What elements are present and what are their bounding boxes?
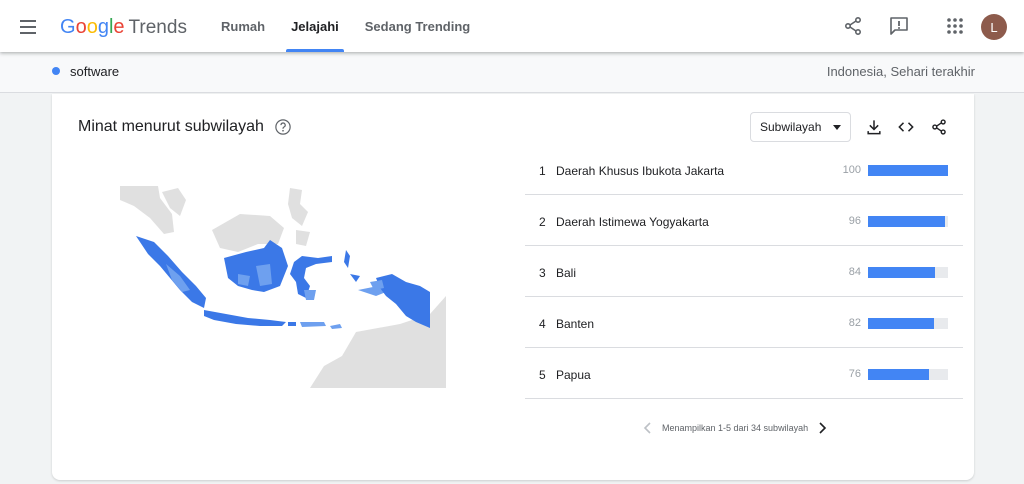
feedback-icon[interactable] bbox=[887, 14, 911, 38]
google-trends-logo[interactable]: Google Trends bbox=[60, 15, 187, 40]
interest-value: 84 bbox=[848, 266, 861, 278]
rank: 5 bbox=[539, 368, 546, 382]
interest-value: 100 bbox=[842, 164, 861, 176]
dropdown-value: Subwilayah bbox=[760, 120, 822, 134]
interest-bar bbox=[868, 165, 948, 176]
avatar[interactable]: L bbox=[981, 14, 1007, 40]
logo-letter: o bbox=[86, 16, 98, 38]
sumatra bbox=[136, 236, 206, 308]
chevron-right-icon[interactable] bbox=[814, 420, 830, 436]
interest-value: 76 bbox=[848, 368, 861, 380]
list-item[interactable]: 2 Daerah Istimewa Yogyakarta 96 bbox=[525, 195, 963, 246]
interest-bar bbox=[868, 267, 948, 278]
main-nav: Rumah Jelajahi Sedang Trending bbox=[208, 0, 483, 52]
interest-value: 82 bbox=[848, 317, 861, 329]
region-name: Bali bbox=[556, 266, 577, 280]
card-title: Minat menurut subwilayah bbox=[78, 118, 264, 135]
interest-bar-fill bbox=[868, 165, 948, 176]
nav-jelajahi[interactable]: Jelajahi bbox=[278, 0, 352, 52]
interest-bar-fill bbox=[868, 267, 936, 278]
term-color-dot bbox=[52, 67, 60, 75]
search-term[interactable]: software bbox=[70, 64, 119, 79]
list-item[interactable]: 4 Banten 82 bbox=[525, 297, 963, 348]
pagination-label: Menampilkan 1-5 dari 34 subwilayah bbox=[662, 423, 809, 433]
pagination: Menampilkan 1-5 dari 34 subwilayah bbox=[640, 420, 830, 436]
embed-icon[interactable] bbox=[896, 117, 916, 137]
java-bali bbox=[204, 310, 342, 329]
menu-icon[interactable] bbox=[14, 13, 42, 41]
interest-value: 96 bbox=[848, 215, 861, 227]
interest-bar-fill bbox=[868, 318, 934, 329]
list-item[interactable]: 1 Daerah Khusus Ibukota Jakarta 100 bbox=[525, 144, 963, 195]
subregion-list: 1 Daerah Khusus Ibukota Jakarta 100 2 Da… bbox=[525, 144, 963, 399]
region-name: Daerah Khusus Ibukota Jakarta bbox=[556, 164, 725, 178]
region-name: Banten bbox=[556, 317, 595, 331]
interest-bar bbox=[868, 216, 948, 227]
sulawesi bbox=[290, 256, 332, 300]
region-name: Papua bbox=[556, 368, 591, 382]
rank: 4 bbox=[539, 317, 546, 331]
list-item[interactable]: 5 Papua 76 bbox=[525, 348, 963, 399]
help-icon[interactable] bbox=[274, 118, 292, 136]
papua bbox=[370, 274, 430, 328]
interest-bar-fill bbox=[868, 369, 929, 380]
chevron-left-icon[interactable] bbox=[640, 420, 656, 436]
region-name: Daerah Istimewa Yogyakarta bbox=[556, 215, 709, 229]
rank: 1 bbox=[539, 164, 546, 178]
interest-bar bbox=[868, 318, 948, 329]
logo-letter: g bbox=[97, 16, 109, 38]
rank: 2 bbox=[539, 215, 546, 229]
indonesia-subregion-map[interactable] bbox=[120, 186, 446, 388]
nav-sedang-trending[interactable]: Sedang Trending bbox=[352, 0, 483, 52]
interest-by-subregion-card: Minat menurut subwilayah Subwilayah 1 Da… bbox=[52, 94, 974, 480]
interest-bar-fill bbox=[868, 216, 945, 227]
logo-letter: o bbox=[75, 16, 87, 38]
nav-rumah[interactable]: Rumah bbox=[208, 0, 278, 52]
logo-suffix: Trends bbox=[128, 17, 187, 38]
filter-scope: Indonesia, Sehari terakhir bbox=[826, 64, 975, 79]
caret-down-icon bbox=[833, 125, 841, 130]
interest-bar bbox=[868, 369, 948, 380]
share-icon[interactable] bbox=[929, 117, 949, 137]
download-icon[interactable] bbox=[864, 117, 884, 137]
apps-icon[interactable] bbox=[943, 14, 967, 38]
logo-letter: G bbox=[60, 16, 76, 38]
rank: 3 bbox=[539, 266, 546, 280]
resolution-dropdown[interactable]: Subwilayah bbox=[750, 112, 851, 142]
logo-letter: e bbox=[113, 16, 125, 38]
top-app-bar: Google Trends Rumah Jelajahi Sedang Trend… bbox=[0, 0, 1024, 52]
share-icon[interactable] bbox=[841, 14, 865, 38]
maluku bbox=[344, 250, 386, 296]
list-item[interactable]: 3 Bali 84 bbox=[525, 246, 963, 297]
